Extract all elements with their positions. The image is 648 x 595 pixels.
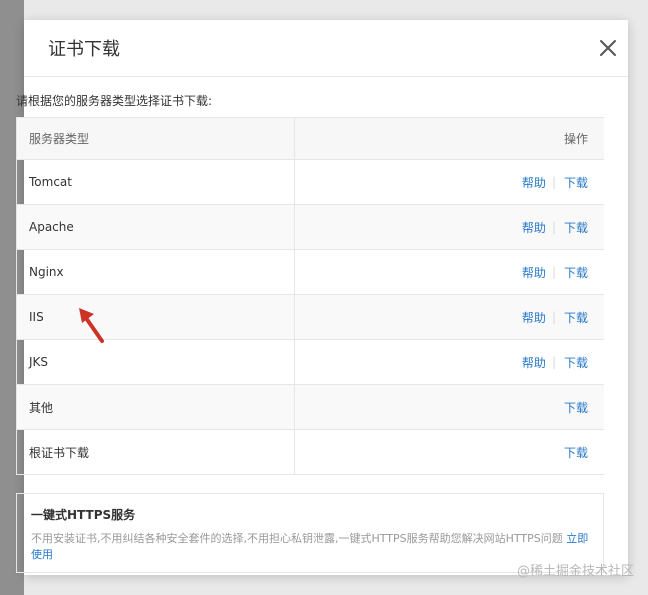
table-row: Nginx 帮助 | 下载 bbox=[17, 249, 604, 294]
intro-text: 请根据您的服务器类型选择证书下载: bbox=[16, 94, 213, 108]
operations-cell: 帮助 | 下载 bbox=[295, 205, 604, 249]
link-separator: | bbox=[551, 355, 556, 369]
operations-cell: 帮助 | 下载 bbox=[295, 295, 604, 339]
operations-cell: 帮助 | 下载 bbox=[295, 160, 604, 204]
server-type-cell: Nginx bbox=[17, 250, 295, 294]
download-link[interactable]: 下载 bbox=[564, 174, 588, 191]
promo-description-text: 不用安装证书,不用纠结各种安全套件的选择,不用担心私钥泄露,一键式HTTPS服务… bbox=[31, 532, 563, 545]
help-link[interactable]: 帮助 bbox=[522, 219, 546, 236]
help-link[interactable]: 帮助 bbox=[522, 264, 546, 281]
red-arrow-annotation bbox=[79, 308, 104, 343]
link-separator: | bbox=[551, 220, 556, 234]
https-service-promo: 一键式HTTPS服务 不用安装证书,不用纠结各种安全套件的选择,不用担心私钥泄露… bbox=[16, 493, 604, 573]
table-row: 根证书下载 下载 bbox=[17, 429, 604, 474]
promo-description: 不用安装证书,不用纠结各种安全套件的选择,不用担心私钥泄露,一键式HTTPS服务… bbox=[31, 531, 589, 563]
help-link[interactable]: 帮助 bbox=[522, 174, 546, 191]
table-row: Tomcat 帮助 | 下载 bbox=[17, 159, 604, 204]
column-header-server-type: 服务器类型 bbox=[17, 118, 295, 159]
promo-title: 一键式HTTPS服务 bbox=[31, 508, 136, 522]
server-type-cell: 根证书下载 bbox=[17, 430, 295, 474]
table-row: Apache 帮助 | 下载 bbox=[17, 204, 604, 249]
dialog-title: 证书下载 bbox=[48, 39, 120, 60]
table-row: 其他 下载 bbox=[17, 384, 604, 429]
server-type-cell: JKS bbox=[17, 340, 295, 384]
server-type-cell: 其他 bbox=[17, 385, 295, 429]
operations-cell: 帮助 | 下载 bbox=[295, 250, 604, 294]
link-separator: | bbox=[551, 310, 556, 324]
table-header-row: 服务器类型 操作 bbox=[17, 118, 604, 159]
watermark: @稀土掘金技术社区 bbox=[516, 564, 634, 579]
download-link[interactable]: 下载 bbox=[564, 444, 588, 461]
link-separator: | bbox=[551, 265, 556, 279]
help-link[interactable]: 帮助 bbox=[522, 309, 546, 326]
operations-cell: 帮助 | 下载 bbox=[295, 340, 604, 384]
link-separator: | bbox=[551, 175, 556, 189]
download-link[interactable]: 下载 bbox=[564, 264, 588, 281]
close-button[interactable] bbox=[596, 36, 620, 60]
table-row: JKS 帮助 | 下载 bbox=[17, 339, 604, 384]
download-link[interactable]: 下载 bbox=[564, 219, 588, 236]
server-type-cell: Tomcat bbox=[17, 160, 295, 204]
dialog-header: 证书下载 bbox=[24, 20, 628, 77]
column-header-operations: 操作 bbox=[563, 132, 588, 146]
help-link[interactable]: 帮助 bbox=[522, 354, 546, 371]
server-type-table: 服务器类型 操作 Tomcat 帮助 | 下载 Apache 帮助 | 下载 Nginx 帮助 | 下… bbox=[16, 117, 604, 475]
close-icon bbox=[600, 40, 616, 56]
download-link[interactable]: 下载 bbox=[564, 399, 588, 416]
server-type-cell: Apache bbox=[17, 205, 295, 249]
operations-cell: 下载 bbox=[295, 385, 604, 429]
server-type-cell: IIS bbox=[17, 295, 295, 339]
download-link[interactable]: 下载 bbox=[564, 354, 588, 371]
operations-cell: 下载 bbox=[295, 430, 604, 474]
download-link[interactable]: 下载 bbox=[564, 309, 588, 326]
